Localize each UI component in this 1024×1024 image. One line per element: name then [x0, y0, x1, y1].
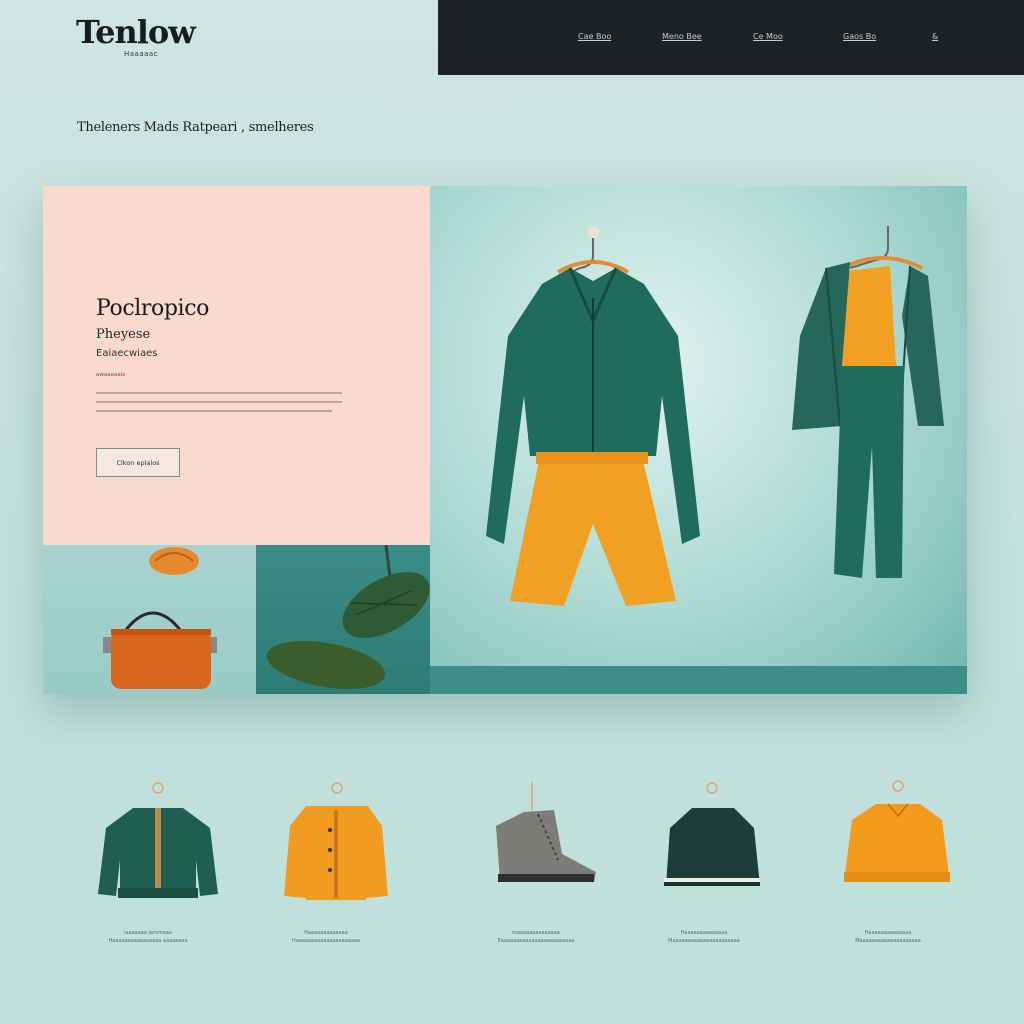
product-card-4[interactable]: Haaaaaaaaaaaaaa Maaaaaaaaaaaaaaaaaaaaaa — [624, 770, 784, 950]
product-caption: laaaaaaa lammaaa — [124, 930, 172, 936]
top-navbar: Cae Boo Meno Bee Ce Moo Gaos Bo & — [438, 0, 1024, 75]
hero-showcase — [430, 186, 967, 694]
product-card-2[interactable]: Haaaaaaaaaaaaa Haaaaaaaaaaaaaaaaaaaaa — [246, 770, 406, 950]
hero-subtitle-2: Eaiaecwiaes — [96, 348, 158, 359]
hero-section: Poclropico Pheyese Eaiaecwiaes awaaaaais… — [43, 186, 967, 694]
product-subcaption: Haaaaaaaaaaaaaaaa aaaaaaaa — [108, 938, 188, 944]
hero-description — [96, 392, 342, 422]
product-caption: Haaaaaaaaaaaaaa — [864, 930, 912, 936]
stage-floor — [430, 666, 967, 694]
hero-meta: awaaaaais — [96, 372, 126, 378]
hero-subtitle: Pheyese — [96, 327, 151, 342]
product-subcaption: Haaaaaaaaaaaaaaaaaaaaa — [291, 938, 361, 944]
product-caption: Haaaaaaaaaaaaaa — [680, 930, 728, 936]
orange-cardigan-image — [284, 782, 388, 900]
green-jacket-image — [98, 782, 218, 898]
grey-boot-image — [496, 782, 596, 882]
product-row: laaaaaaa lammaaa Haaaaaaaaaaaaaaaa aaaaa… — [0, 770, 1024, 970]
orange-polo-image — [844, 780, 950, 882]
nav-item-5[interactable]: & — [932, 32, 938, 41]
page-tagline: Theleners Mads Ratpeari , smelheres — [77, 120, 314, 135]
plant-illustration — [266, 545, 430, 690]
nav-item-4[interactable]: Gaos Bo — [843, 32, 876, 41]
product-caption: Haaaaaaaaaaaaa — [304, 930, 348, 936]
product-subcaption: Eaaaaaaaaaaaaaaaaaaaaaaaa — [497, 938, 575, 944]
handbag-tile[interactable] — [43, 545, 256, 694]
brand-tagline: Haaaaac — [124, 50, 159, 58]
nav-item-2[interactable]: Meno Bee — [662, 32, 702, 41]
plant-tile — [256, 545, 430, 694]
hero-title: Poclropico — [96, 296, 209, 321]
dark-green-top-image — [664, 782, 760, 886]
handbag-illustration — [103, 547, 217, 689]
nav-item-1[interactable]: Cae Boo — [578, 32, 611, 41]
brand-name: Tenlow — [76, 13, 196, 51]
product-card-5[interactable]: Haaaaaaaaaaaaaa Maaaaaaaaaaaaaaaaaaaa — [808, 770, 968, 950]
product-caption: maaaaaaaaaaaaaa — [512, 930, 560, 936]
hanging-outfits — [486, 226, 944, 606]
nav-item-3[interactable]: Ce Moo — [753, 32, 783, 41]
brand-logo[interactable]: Tenlow Haaaaac — [76, 13, 196, 58]
hero-cta-button[interactable]: Clkon eplalos — [96, 448, 180, 477]
product-card-3[interactable]: maaaaaaaaaaaaaa Eaaaaaaaaaaaaaaaaaaaaaaa… — [456, 770, 616, 950]
product-subcaption: Maaaaaaaaaaaaaaaaaaaaaa — [668, 938, 740, 944]
hero-card: Poclropico Pheyese Eaiaecwiaes awaaaaais… — [43, 186, 430, 545]
product-card-1[interactable]: laaaaaaa lammaaa Haaaaaaaaaaaaaaaa aaaaa… — [68, 770, 228, 950]
product-subcaption: Maaaaaaaaaaaaaaaaaaaa — [855, 938, 921, 944]
